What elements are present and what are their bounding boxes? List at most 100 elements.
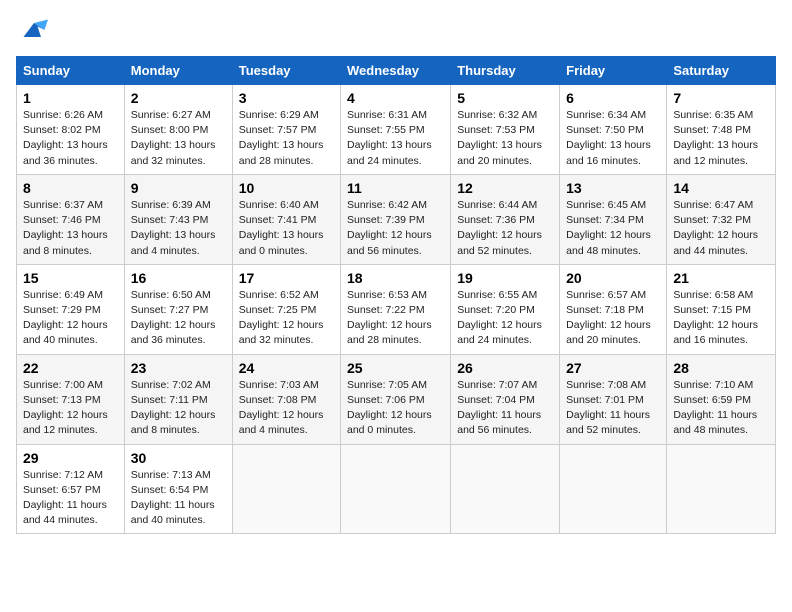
calendar-cell: 23 Sunrise: 7:02 AM Sunset: 7:11 PM Dayli… xyxy=(124,354,232,444)
day-number: 17 xyxy=(239,270,334,286)
calendar-cell: 12 Sunrise: 6:44 AM Sunset: 7:36 PM Dayli… xyxy=(451,174,560,264)
day-info: Sunrise: 6:31 AM Sunset: 7:55 PM Dayligh… xyxy=(347,108,444,169)
day-number: 26 xyxy=(457,360,553,376)
calendar-cell: 9Sunrise: 6:39 AM Sunset: 7:43 PM Daylig… xyxy=(124,174,232,264)
calendar-cell xyxy=(451,444,560,534)
day-number: 11 xyxy=(347,180,444,196)
day-number: 13 xyxy=(566,180,660,196)
day-number: 10 xyxy=(239,180,334,196)
day-number: 14 xyxy=(673,180,769,196)
day-info: Sunrise: 6:40 AM Sunset: 7:41 PM Dayligh… xyxy=(239,198,334,259)
logo xyxy=(16,16,56,44)
calendar-table: SundayMondayTuesdayWednesdayThursdayFrid… xyxy=(16,56,776,534)
day-number: 6 xyxy=(566,90,660,106)
col-header-saturday: Saturday xyxy=(667,57,776,85)
day-number: 4 xyxy=(347,90,444,106)
day-info: Sunrise: 6:50 AM Sunset: 7:27 PM Dayligh… xyxy=(131,288,226,349)
day-number: 2 xyxy=(131,90,226,106)
calendar-week-row: 15 Sunrise: 6:49 AM Sunset: 7:29 PM Dayli… xyxy=(17,264,776,354)
calendar-cell: 19 Sunrise: 6:55 AM Sunset: 7:20 PM Dayli… xyxy=(451,264,560,354)
calendar-cell: 11 Sunrise: 6:42 AM Sunset: 7:39 PM Dayli… xyxy=(341,174,451,264)
calendar-cell: 14 Sunrise: 6:47 AM Sunset: 7:32 PM Dayli… xyxy=(667,174,776,264)
day-info: Sunrise: 7:12 AM Sunset: 6:57 PM Dayligh… xyxy=(23,468,118,529)
col-header-monday: Monday xyxy=(124,57,232,85)
calendar-cell: 20 Sunrise: 6:57 AM Sunset: 7:18 PM Dayli… xyxy=(560,264,667,354)
calendar-week-row: 29Sunrise: 7:12 AM Sunset: 6:57 PM Dayli… xyxy=(17,444,776,534)
calendar-cell: 27 Sunrise: 7:08 AM Sunset: 7:01 PM Dayli… xyxy=(560,354,667,444)
calendar-cell: 5 Sunrise: 6:32 AM Sunset: 7:53 PM Daylig… xyxy=(451,85,560,175)
day-number: 25 xyxy=(347,360,444,376)
day-number: 19 xyxy=(457,270,553,286)
day-number: 1 xyxy=(23,90,118,106)
calendar-cell xyxy=(341,444,451,534)
day-info: Sunrise: 6:57 AM Sunset: 7:18 PM Dayligh… xyxy=(566,288,660,349)
day-number: 23 xyxy=(131,360,226,376)
day-info: Sunrise: 6:32 AM Sunset: 7:53 PM Dayligh… xyxy=(457,108,553,169)
day-number: 27 xyxy=(566,360,660,376)
day-number: 18 xyxy=(347,270,444,286)
calendar-cell: 13 Sunrise: 6:45 AM Sunset: 7:34 PM Dayli… xyxy=(560,174,667,264)
day-number: 16 xyxy=(131,270,226,286)
day-info: Sunrise: 7:13 AM Sunset: 6:54 PM Dayligh… xyxy=(131,468,226,529)
day-number: 22 xyxy=(23,360,118,376)
day-info: Sunrise: 6:55 AM Sunset: 7:20 PM Dayligh… xyxy=(457,288,553,349)
day-info: Sunrise: 6:58 AM Sunset: 7:15 PM Dayligh… xyxy=(673,288,769,349)
day-info: Sunrise: 7:08 AM Sunset: 7:01 PM Dayligh… xyxy=(566,378,660,439)
day-info: Sunrise: 7:00 AM Sunset: 7:13 PM Dayligh… xyxy=(23,378,118,439)
col-header-thursday: Thursday xyxy=(451,57,560,85)
day-number: 5 xyxy=(457,90,553,106)
calendar-week-row: 22 Sunrise: 7:00 AM Sunset: 7:13 PM Dayli… xyxy=(17,354,776,444)
calendar-cell: 28 Sunrise: 7:10 AM Sunset: 6:59 PM Dayli… xyxy=(667,354,776,444)
calendar-cell: 29Sunrise: 7:12 AM Sunset: 6:57 PM Dayli… xyxy=(17,444,125,534)
day-number: 20 xyxy=(566,270,660,286)
calendar-week-row: 1 Sunrise: 6:26 AM Sunset: 8:02 PM Daylig… xyxy=(17,85,776,175)
col-header-friday: Friday xyxy=(560,57,667,85)
day-info: Sunrise: 6:29 AM Sunset: 7:57 PM Dayligh… xyxy=(239,108,334,169)
day-number: 30 xyxy=(131,450,226,466)
calendar-cell: 2Sunrise: 6:27 AM Sunset: 8:00 PM Daylig… xyxy=(124,85,232,175)
calendar-cell: 7 Sunrise: 6:35 AM Sunset: 7:48 PM Daylig… xyxy=(667,85,776,175)
day-number: 3 xyxy=(239,90,334,106)
day-number: 7 xyxy=(673,90,769,106)
day-info: Sunrise: 6:49 AM Sunset: 7:29 PM Dayligh… xyxy=(23,288,118,349)
day-number: 12 xyxy=(457,180,553,196)
calendar-cell: 25 Sunrise: 7:05 AM Sunset: 7:06 PM Dayli… xyxy=(341,354,451,444)
calendar-cell xyxy=(560,444,667,534)
day-info: Sunrise: 6:39 AM Sunset: 7:43 PM Dayligh… xyxy=(131,198,226,259)
day-info: Sunrise: 7:02 AM Sunset: 7:11 PM Dayligh… xyxy=(131,378,226,439)
calendar-header: SundayMondayTuesdayWednesdayThursdayFrid… xyxy=(17,57,776,85)
calendar-cell: 16 Sunrise: 6:50 AM Sunset: 7:27 PM Dayli… xyxy=(124,264,232,354)
col-header-sunday: Sunday xyxy=(17,57,125,85)
day-info: Sunrise: 6:47 AM Sunset: 7:32 PM Dayligh… xyxy=(673,198,769,259)
col-header-tuesday: Tuesday xyxy=(232,57,340,85)
day-number: 15 xyxy=(23,270,118,286)
calendar-week-row: 8 Sunrise: 6:37 AM Sunset: 7:46 PM Daylig… xyxy=(17,174,776,264)
day-number: 8 xyxy=(23,180,118,196)
day-info: Sunrise: 7:03 AM Sunset: 7:08 PM Dayligh… xyxy=(239,378,334,439)
day-info: Sunrise: 6:52 AM Sunset: 7:25 PM Dayligh… xyxy=(239,288,334,349)
calendar-cell: 3 Sunrise: 6:29 AM Sunset: 7:57 PM Daylig… xyxy=(232,85,340,175)
calendar-cell: 8 Sunrise: 6:37 AM Sunset: 7:46 PM Daylig… xyxy=(17,174,125,264)
day-info: Sunrise: 6:35 AM Sunset: 7:48 PM Dayligh… xyxy=(673,108,769,169)
calendar-cell xyxy=(232,444,340,534)
day-info: Sunrise: 6:26 AM Sunset: 8:02 PM Dayligh… xyxy=(23,108,118,169)
calendar-cell: 21 Sunrise: 6:58 AM Sunset: 7:15 PM Dayli… xyxy=(667,264,776,354)
day-info: Sunrise: 6:42 AM Sunset: 7:39 PM Dayligh… xyxy=(347,198,444,259)
calendar-cell: 17 Sunrise: 6:52 AM Sunset: 7:25 PM Dayli… xyxy=(232,264,340,354)
day-info: Sunrise: 6:44 AM Sunset: 7:36 PM Dayligh… xyxy=(457,198,553,259)
day-info: Sunrise: 6:45 AM Sunset: 7:34 PM Dayligh… xyxy=(566,198,660,259)
day-number: 24 xyxy=(239,360,334,376)
calendar-cell: 24 Sunrise: 7:03 AM Sunset: 7:08 PM Dayli… xyxy=(232,354,340,444)
day-info: Sunrise: 6:37 AM Sunset: 7:46 PM Dayligh… xyxy=(23,198,118,259)
page-header xyxy=(16,16,776,44)
day-info: Sunrise: 7:10 AM Sunset: 6:59 PM Dayligh… xyxy=(673,378,769,439)
day-number: 21 xyxy=(673,270,769,286)
day-number: 28 xyxy=(673,360,769,376)
logo-bird-icon xyxy=(16,16,52,44)
calendar-cell: 15 Sunrise: 6:49 AM Sunset: 7:29 PM Dayli… xyxy=(17,264,125,354)
day-info: Sunrise: 7:05 AM Sunset: 7:06 PM Dayligh… xyxy=(347,378,444,439)
calendar-cell: 1 Sunrise: 6:26 AM Sunset: 8:02 PM Daylig… xyxy=(17,85,125,175)
header-row: SundayMondayTuesdayWednesdayThursdayFrid… xyxy=(17,57,776,85)
calendar-body: 1 Sunrise: 6:26 AM Sunset: 8:02 PM Daylig… xyxy=(17,85,776,534)
calendar-cell: 10 Sunrise: 6:40 AM Sunset: 7:41 PM Dayli… xyxy=(232,174,340,264)
